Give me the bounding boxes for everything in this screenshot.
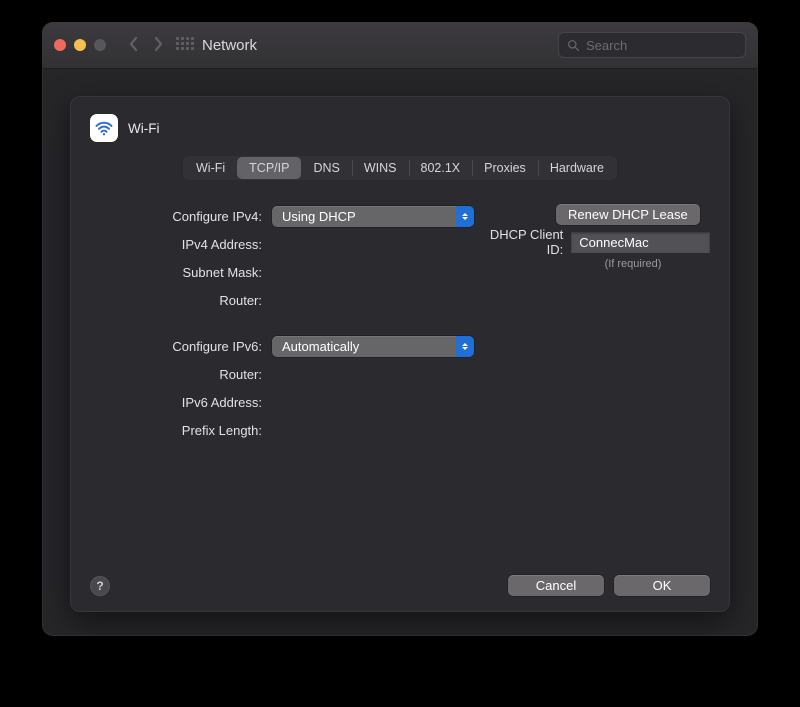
prefix-length-label: Prefix Length:	[90, 423, 272, 438]
dhcp-client-id-hint: (If required)	[556, 258, 710, 270]
help-button[interactable]: ?	[90, 576, 110, 596]
dhcp-client-id-input[interactable]: ConnecMac	[571, 232, 710, 253]
titlebar: Network Search	[42, 22, 758, 69]
cancel-button[interactable]: Cancel	[508, 575, 604, 596]
tab-dns[interactable]: DNS	[301, 157, 351, 179]
advanced-settings-sheet: Wi-Fi Wi-Fi TCP/IP DNS WINS 802.1X Proxi…	[70, 96, 730, 612]
tab-wins[interactable]: WINS	[352, 157, 409, 179]
tab-tcpip[interactable]: TCP/IP	[237, 157, 301, 179]
dhcp-side-panel: Renew DHCP Lease DHCP Client ID: ConnecM…	[480, 200, 710, 270]
back-button[interactable]	[122, 36, 146, 55]
forward-button[interactable]	[146, 36, 170, 55]
close-window-button[interactable]	[54, 39, 66, 51]
router-v6-label: Router:	[90, 367, 272, 382]
network-preferences-window: Network Search Wi-Fi Wi-Fi TCP/IP DNS WI…	[42, 22, 758, 636]
sheet-footer: ? Cancel OK	[90, 565, 710, 596]
chevron-updown-icon	[456, 336, 474, 357]
search-placeholder: Search	[586, 38, 627, 53]
sheet-title: Wi-Fi	[128, 121, 159, 136]
subnet-mask-label: Subnet Mask:	[90, 265, 272, 280]
configure-ipv6-popup[interactable]: Automatically	[272, 336, 474, 357]
configure-ipv4-value: Using DHCP	[282, 209, 356, 224]
ipv6-address-label: IPv6 Address:	[90, 395, 272, 410]
dhcp-client-id-label: DHCP Client ID:	[480, 227, 571, 257]
ipv4-address-label: IPv4 Address:	[90, 237, 272, 252]
search-field[interactable]: Search	[558, 32, 746, 58]
traffic-lights	[54, 39, 106, 51]
configure-ipv6-label: Configure IPv6:	[90, 339, 272, 354]
tab-8021x[interactable]: 802.1X	[409, 157, 473, 179]
wifi-icon	[90, 114, 118, 142]
tab-proxies[interactable]: Proxies	[472, 157, 538, 179]
tab-hardware[interactable]: Hardware	[538, 157, 616, 179]
configure-ipv6-value: Automatically	[282, 339, 359, 354]
ok-button[interactable]: OK	[614, 575, 710, 596]
chevron-updown-icon	[456, 206, 474, 227]
search-icon	[567, 39, 580, 52]
configure-ipv4-popup[interactable]: Using DHCP	[272, 206, 474, 227]
show-all-icon[interactable]	[176, 37, 192, 53]
router-v4-label: Router:	[90, 293, 272, 308]
renew-dhcp-lease-button[interactable]: Renew DHCP Lease	[556, 204, 700, 225]
settings-tabs: Wi-Fi TCP/IP DNS WINS 802.1X Proxies Har…	[183, 156, 617, 180]
zoom-window-button[interactable]	[94, 39, 106, 51]
sheet-header: Wi-Fi	[90, 114, 710, 142]
tcpip-form: Configure IPv4: Using DHCP IPv4 Address:…	[90, 200, 710, 565]
tab-wifi[interactable]: Wi-Fi	[184, 157, 237, 179]
window-title: Network	[202, 37, 257, 54]
minimize-window-button[interactable]	[74, 39, 86, 51]
configure-ipv4-label: Configure IPv4:	[90, 209, 272, 224]
